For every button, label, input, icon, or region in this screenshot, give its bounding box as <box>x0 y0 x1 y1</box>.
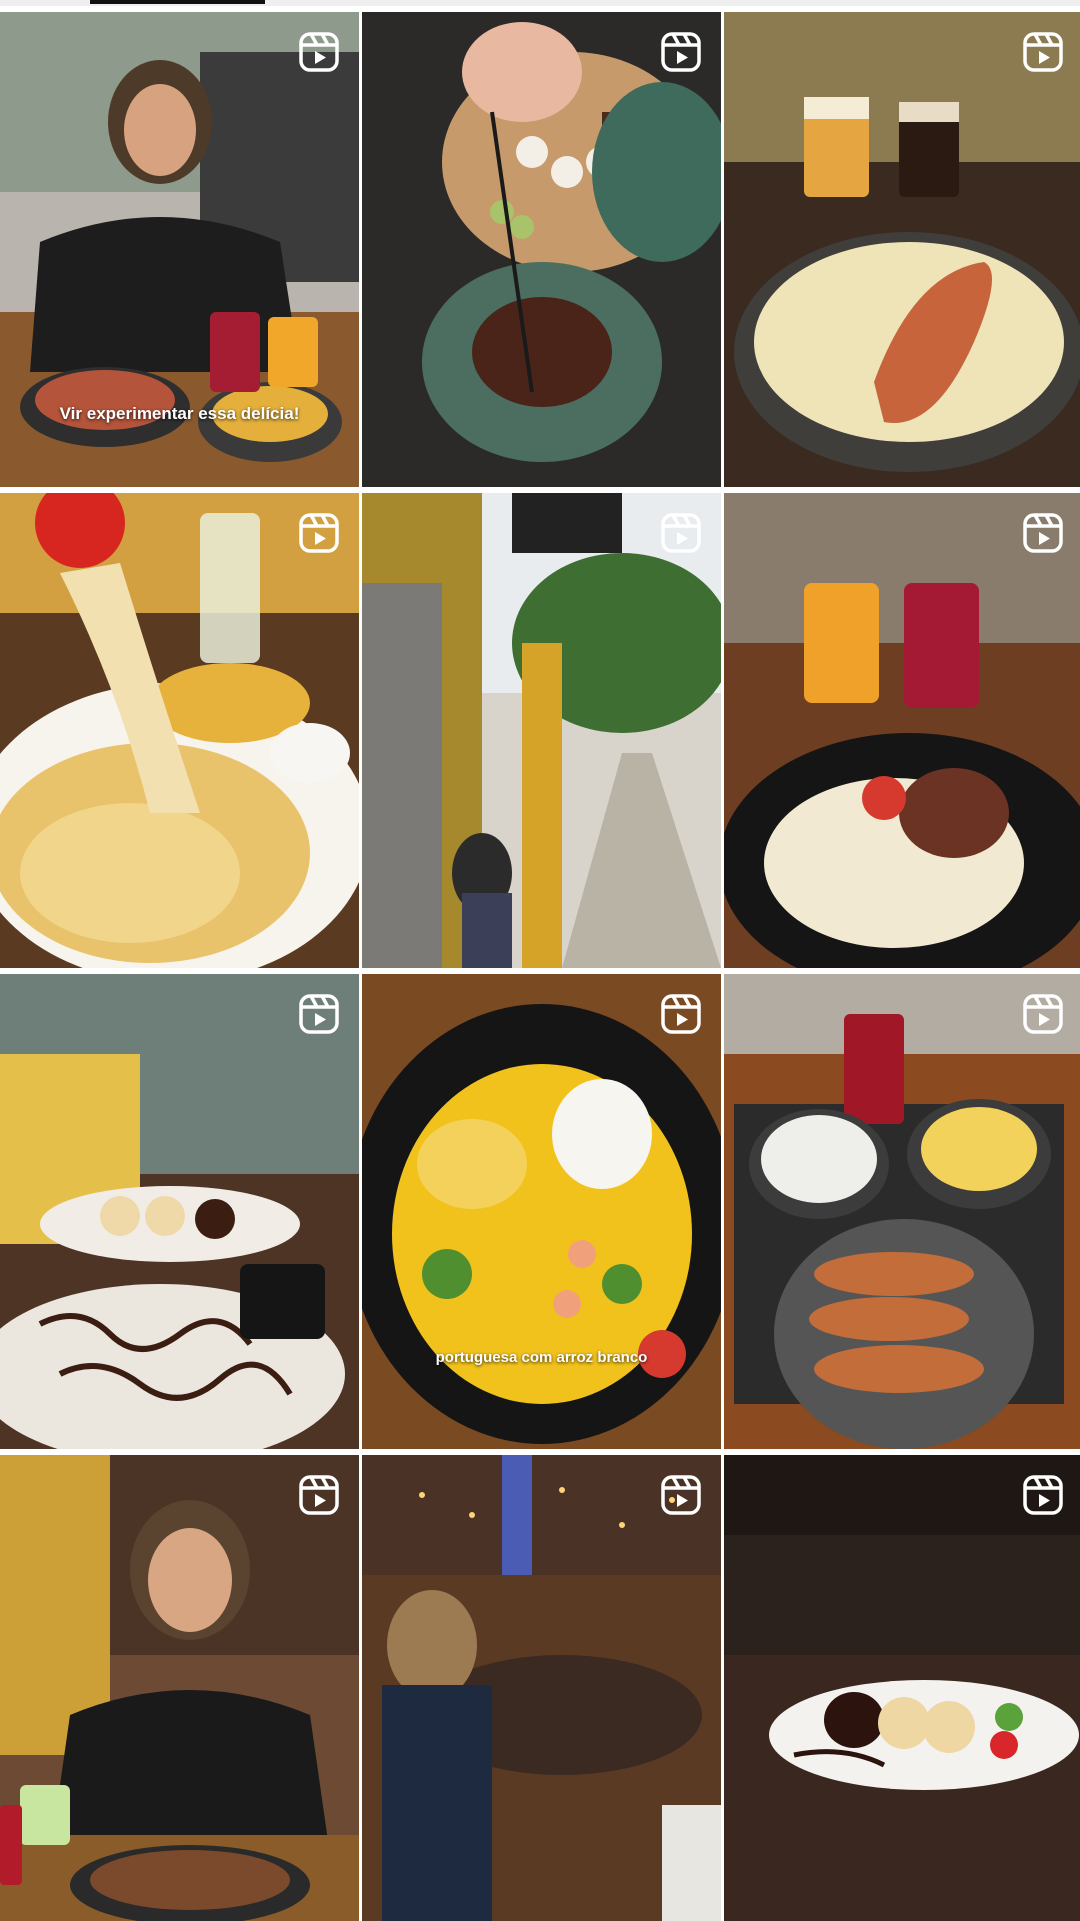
thumbnail-image <box>724 1455 1080 1921</box>
reel-icon <box>1021 1473 1065 1517</box>
reel-icon <box>659 511 703 555</box>
active-tab-underline <box>90 0 265 4</box>
reel-thumbnail-1[interactable]: Vir experimentar essa delícia! <box>0 12 359 487</box>
thumbnail-image <box>0 1455 359 1921</box>
reel-icon <box>659 1473 703 1517</box>
thumbnail-image <box>362 12 721 487</box>
thumbnail-image <box>362 1455 721 1921</box>
reel-thumbnail-4[interactable] <box>0 493 359 968</box>
reel-caption: Vir experimentar essa delícia! <box>59 404 300 423</box>
reels-grid: Vir experimentar essa delícia! portugues… <box>0 12 1080 1921</box>
reel-icon <box>297 511 341 555</box>
reel-thumbnail-7[interactable] <box>0 974 359 1449</box>
reel-thumbnail-2[interactable] <box>362 12 721 487</box>
reel-icon <box>297 1473 341 1517</box>
reel-icon <box>297 30 341 74</box>
thumbnail-image <box>724 974 1080 1449</box>
reels-grid-page: Vir experimentar essa delícia! portugues… <box>0 0 1080 1921</box>
tab-indicator-bar <box>0 0 1080 6</box>
reel-thumbnail-9[interactable] <box>724 974 1080 1449</box>
thumbnail-image <box>724 12 1080 487</box>
thumbnail-image <box>362 974 721 1449</box>
thumbnail-image <box>362 493 721 968</box>
thumbnail-image <box>724 493 1080 968</box>
reel-icon <box>659 992 703 1036</box>
reel-thumbnail-11[interactable] <box>362 1455 721 1921</box>
reel-icon <box>659 30 703 74</box>
reel-icon <box>1021 992 1065 1036</box>
reel-thumbnail-6[interactable] <box>724 493 1080 968</box>
reel-thumbnail-5[interactable] <box>362 493 721 968</box>
thumbnail-image <box>0 493 359 968</box>
reel-icon <box>1021 30 1065 74</box>
reel-caption: portuguesa com arroz branco <box>435 1349 648 1366</box>
reel-thumbnail-3[interactable] <box>724 12 1080 487</box>
reel-icon <box>1021 511 1065 555</box>
reel-icon <box>297 992 341 1036</box>
thumbnail-image <box>0 974 359 1449</box>
reel-thumbnail-8[interactable]: portuguesa com arroz branco <box>362 974 721 1449</box>
reel-thumbnail-10[interactable] <box>0 1455 359 1921</box>
reel-thumbnail-12[interactable] <box>724 1455 1080 1921</box>
